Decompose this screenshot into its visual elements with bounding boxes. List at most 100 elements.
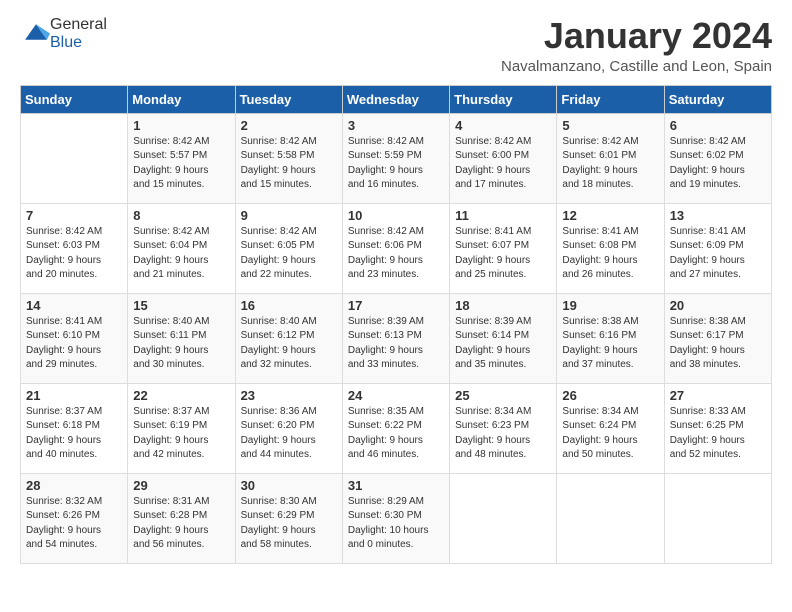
calendar-cell: 6 Sunrise: 8:42 AM Sunset: 6:02 PM Daylig… — [664, 113, 771, 203]
cell-content: Sunrise: 8:42 AM Sunset: 6:02 PM Dayligh… — [670, 135, 766, 193]
calendar-cell — [664, 473, 771, 563]
cell-content: Sunrise: 8:42 AM Sunset: 6:04 PM Dayligh… — [133, 225, 229, 283]
day-number: 8 — [133, 208, 229, 223]
calendar-cell: 28Sunrise: 8:32 AM Sunset: 6:26 PM Dayli… — [21, 473, 128, 563]
calendar-cell: 1 Sunrise: 8:42 AM Sunset: 5:57 PM Daylig… — [128, 113, 235, 203]
cell-content: Sunrise: 8:41 AM Sunset: 6:09 PM Dayligh… — [670, 225, 766, 283]
cell-content: Sunrise: 8:42 AM Sunset: 6:05 PM Dayligh… — [241, 225, 337, 283]
day-number: 18 — [455, 298, 551, 313]
day-number: 19 — [562, 298, 658, 313]
calendar-week-row: 21Sunrise: 8:37 AM Sunset: 6:18 PM Dayli… — [21, 383, 772, 473]
header: General Blue January 2024 Navalmanzano, … — [20, 16, 772, 75]
calendar-cell: 2 Sunrise: 8:42 AM Sunset: 5:58 PM Daylig… — [235, 113, 342, 203]
day-number: 3 — [348, 118, 444, 133]
cell-content: Sunrise: 8:30 AM Sunset: 6:29 PM Dayligh… — [241, 495, 337, 553]
day-number: 4 — [455, 118, 551, 133]
logo-text: General Blue — [50, 16, 107, 52]
calendar-cell: 22 Sunrise: 8:37 AM Sunset: 6:19 PM Dayli… — [128, 383, 235, 473]
cell-content: Sunrise: 8:42 AM Sunset: 6:06 PM Dayligh… — [348, 225, 444, 283]
calendar-cell: 19 Sunrise: 8:38 AM Sunset: 6:16 PM Dayli… — [557, 293, 664, 383]
calendar-cell: 5 Sunrise: 8:42 AM Sunset: 6:01 PM Daylig… — [557, 113, 664, 203]
weekday-header-saturday: Saturday — [664, 85, 771, 113]
weekday-header-tuesday: Tuesday — [235, 85, 342, 113]
cell-content: Sunrise: 8:33 AM Sunset: 6:25 PM Dayligh… — [670, 405, 766, 463]
cell-content: Sunrise: 8:42 AM Sunset: 5:58 PM Dayligh… — [241, 135, 337, 193]
calendar-cell: 13 Sunrise: 8:41 AM Sunset: 6:09 PM Dayli… — [664, 203, 771, 293]
day-number: 22 — [133, 388, 229, 403]
day-number: 26 — [562, 388, 658, 403]
calendar-cell: 15Sunrise: 8:40 AM Sunset: 6:11 PM Dayli… — [128, 293, 235, 383]
day-number: 7 — [26, 208, 122, 223]
weekday-header-row: SundayMondayTuesdayWednesdayThursdayFrid… — [21, 85, 772, 113]
day-number: 24 — [348, 388, 444, 403]
day-number: 10 — [348, 208, 444, 223]
day-number: 5 — [562, 118, 658, 133]
weekday-header-monday: Monday — [128, 85, 235, 113]
cell-content: Sunrise: 8:42 AM Sunset: 6:03 PM Dayligh… — [26, 225, 122, 283]
calendar-cell: 23 Sunrise: 8:36 AM Sunset: 6:20 PM Dayli… — [235, 383, 342, 473]
cell-content: Sunrise: 8:42 AM Sunset: 6:01 PM Dayligh… — [562, 135, 658, 193]
calendar-week-row: 1 Sunrise: 8:42 AM Sunset: 5:57 PM Daylig… — [21, 113, 772, 203]
cell-content: Sunrise: 8:32 AM Sunset: 6:26 PM Dayligh… — [26, 495, 122, 553]
weekday-header-thursday: Thursday — [450, 85, 557, 113]
calendar-cell: 27 Sunrise: 8:33 AM Sunset: 6:25 PM Dayli… — [664, 383, 771, 473]
cell-content: Sunrise: 8:42 AM Sunset: 6:00 PM Dayligh… — [455, 135, 551, 193]
cell-content: Sunrise: 8:39 AM Sunset: 6:13 PM Dayligh… — [348, 315, 444, 373]
day-number: 27 — [670, 388, 766, 403]
cell-content: Sunrise: 8:41 AM Sunset: 6:10 PM Dayligh… — [26, 315, 122, 373]
weekday-header-sunday: Sunday — [21, 85, 128, 113]
cell-content: Sunrise: 8:34 AM Sunset: 6:24 PM Dayligh… — [562, 405, 658, 463]
calendar-cell: 4 Sunrise: 8:42 AM Sunset: 6:00 PM Daylig… — [450, 113, 557, 203]
cell-content: Sunrise: 8:34 AM Sunset: 6:23 PM Dayligh… — [455, 405, 551, 463]
day-number: 13 — [670, 208, 766, 223]
calendar-cell: 3 Sunrise: 8:42 AM Sunset: 5:59 PM Daylig… — [342, 113, 449, 203]
calendar-week-row: 7 Sunrise: 8:42 AM Sunset: 6:03 PM Daylig… — [21, 203, 772, 293]
calendar-week-row: 14 Sunrise: 8:41 AM Sunset: 6:10 PM Dayli… — [21, 293, 772, 383]
cell-content: Sunrise: 8:38 AM Sunset: 6:16 PM Dayligh… — [562, 315, 658, 373]
day-number: 31 — [348, 478, 444, 493]
calendar-cell: 26 Sunrise: 8:34 AM Sunset: 6:24 PM Dayli… — [557, 383, 664, 473]
day-number: 11 — [455, 208, 551, 223]
calendar-cell: 29Sunrise: 8:31 AM Sunset: 6:28 PM Dayli… — [128, 473, 235, 563]
cell-content: Sunrise: 8:37 AM Sunset: 6:18 PM Dayligh… — [26, 405, 122, 463]
calendar-cell: 20 Sunrise: 8:38 AM Sunset: 6:17 PM Dayli… — [664, 293, 771, 383]
day-number: 12 — [562, 208, 658, 223]
day-number: 15 — [133, 298, 229, 313]
cell-content: Sunrise: 8:38 AM Sunset: 6:17 PM Dayligh… — [670, 315, 766, 373]
day-number: 6 — [670, 118, 766, 133]
calendar-cell: 30 Sunrise: 8:30 AM Sunset: 6:29 PM Dayli… — [235, 473, 342, 563]
day-number: 23 — [241, 388, 337, 403]
cell-content: Sunrise: 8:39 AM Sunset: 6:14 PM Dayligh… — [455, 315, 551, 373]
calendar-cell: 12 Sunrise: 8:41 AM Sunset: 6:08 PM Dayli… — [557, 203, 664, 293]
cell-content: Sunrise: 8:37 AM Sunset: 6:19 PM Dayligh… — [133, 405, 229, 463]
day-number: 20 — [670, 298, 766, 313]
cell-content: Sunrise: 8:41 AM Sunset: 6:08 PM Dayligh… — [562, 225, 658, 283]
calendar-cell: 8 Sunrise: 8:42 AM Sunset: 6:04 PM Daylig… — [128, 203, 235, 293]
day-number: 30 — [241, 478, 337, 493]
day-number: 16 — [241, 298, 337, 313]
day-number: 14 — [26, 298, 122, 313]
month-year: January 2024 — [501, 16, 772, 56]
weekday-header-wednesday: Wednesday — [342, 85, 449, 113]
cell-content: Sunrise: 8:42 AM Sunset: 5:57 PM Dayligh… — [133, 135, 229, 193]
calendar-cell: 16Sunrise: 8:40 AM Sunset: 6:12 PM Dayli… — [235, 293, 342, 383]
cell-content: Sunrise: 8:35 AM Sunset: 6:22 PM Dayligh… — [348, 405, 444, 463]
logo-icon — [22, 18, 50, 46]
location: Navalmanzano, Castille and Leon, Spain — [501, 58, 772, 75]
cell-content: Sunrise: 8:36 AM Sunset: 6:20 PM Dayligh… — [241, 405, 337, 463]
calendar-cell: 24 Sunrise: 8:35 AM Sunset: 6:22 PM Dayli… — [342, 383, 449, 473]
day-number: 2 — [241, 118, 337, 133]
calendar-cell: 11Sunrise: 8:41 AM Sunset: 6:07 PM Dayli… — [450, 203, 557, 293]
calendar-cell: 9 Sunrise: 8:42 AM Sunset: 6:05 PM Daylig… — [235, 203, 342, 293]
calendar-cell: 18 Sunrise: 8:39 AM Sunset: 6:14 PM Dayli… — [450, 293, 557, 383]
calendar-cell: 31 Sunrise: 8:29 AM Sunset: 6:30 PM Dayli… — [342, 473, 449, 563]
calendar-cell — [21, 113, 128, 203]
day-number: 9 — [241, 208, 337, 223]
day-number: 1 — [133, 118, 229, 133]
calendar-cell: 17Sunrise: 8:39 AM Sunset: 6:13 PM Dayli… — [342, 293, 449, 383]
calendar-cell: 7 Sunrise: 8:42 AM Sunset: 6:03 PM Daylig… — [21, 203, 128, 293]
calendar-cell — [557, 473, 664, 563]
cell-content: Sunrise: 8:31 AM Sunset: 6:28 PM Dayligh… — [133, 495, 229, 553]
cell-content: Sunrise: 8:42 AM Sunset: 5:59 PM Dayligh… — [348, 135, 444, 193]
cell-content: Sunrise: 8:29 AM Sunset: 6:30 PM Dayligh… — [348, 495, 444, 553]
